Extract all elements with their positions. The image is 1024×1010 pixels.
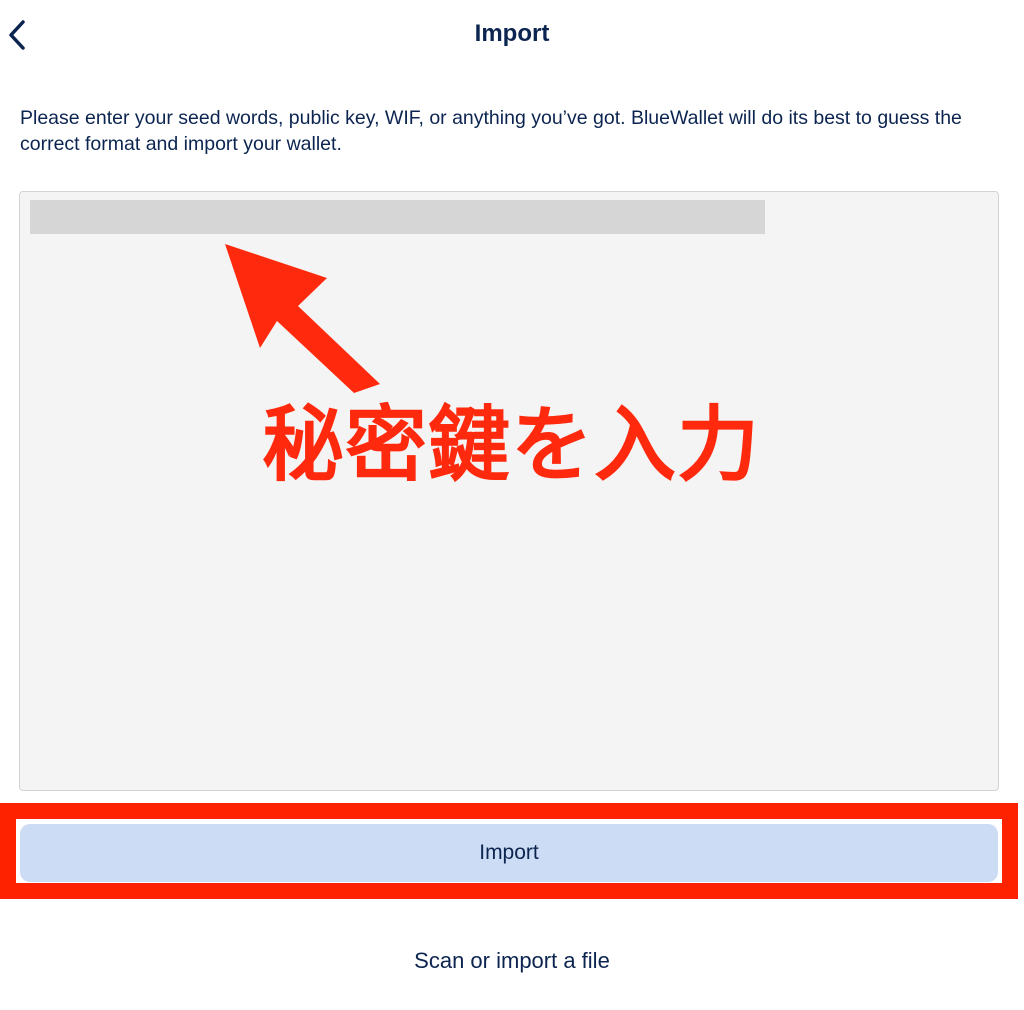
import-button[interactable]: Import [20, 824, 998, 882]
scan-or-import-file-link[interactable]: Scan or import a file [0, 948, 1024, 974]
annotation-label: 秘密鍵を入力 [262, 398, 761, 493]
annotation-arrow-icon [225, 244, 380, 393]
